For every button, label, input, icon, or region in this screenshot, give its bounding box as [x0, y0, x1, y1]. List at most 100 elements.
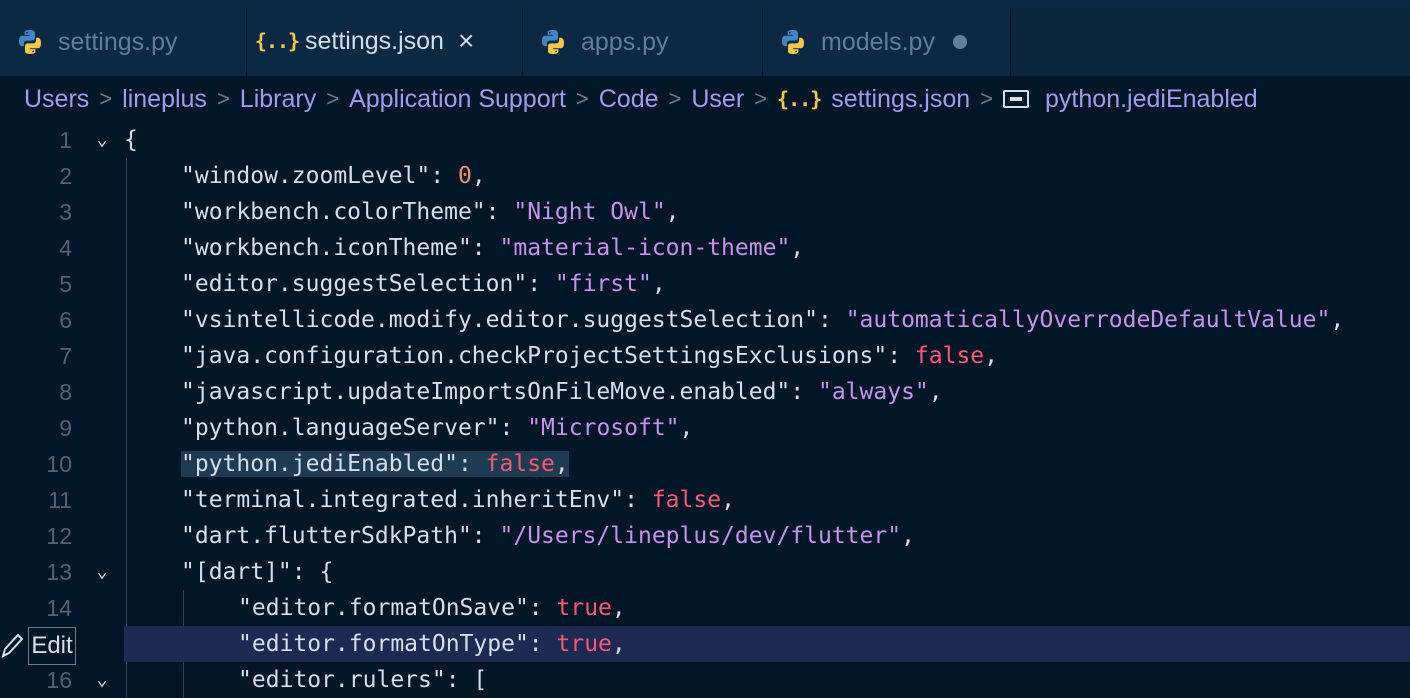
json-punct: :	[291, 559, 320, 585]
tab-bar: settings.py {..} settings.json × apps.py…	[0, 8, 1410, 76]
json-punct: :	[528, 631, 557, 657]
line-number: 2	[59, 163, 72, 189]
json-value: {	[319, 559, 334, 585]
code-line[interactable]: "javascript.updateImportsOnFileMove.enab…	[181, 374, 943, 410]
line-number: 8	[59, 379, 72, 405]
code-line[interactable]: "[dart]": {	[181, 554, 333, 590]
json-punct: ,	[554, 451, 569, 477]
json-value: false	[485, 451, 555, 477]
code-content: "python.languageServer": "Microsoft",	[181, 415, 693, 441]
code-line[interactable]: "terminal.integrated.inheritEnv": false,	[181, 482, 735, 518]
json-value: false	[651, 487, 722, 513]
line-number: 1	[59, 127, 72, 153]
breadcrumb: Users > lineplus > Library > Application…	[0, 76, 1410, 122]
code-content: "workbench.colorTheme": "Night Owl",	[181, 199, 680, 225]
code-line[interactable]: "java.configuration.checkProjectSettings…	[181, 338, 998, 374]
chevron-right-icon: >	[216, 86, 230, 111]
json-key: "java.configuration.checkProjectSettings…	[181, 343, 888, 369]
json-value: "material-icon-theme"	[499, 235, 791, 261]
unsaved-dot-icon[interactable]	[952, 35, 967, 49]
code-line[interactable]: "editor.suggestSelection": "first",	[181, 266, 666, 302]
edit-button[interactable]: Edit	[28, 627, 76, 665]
tab-label: settings.json	[305, 26, 444, 55]
tab-settings-json[interactable]: {..} settings.json ×	[247, 8, 523, 76]
line-number: 10	[46, 451, 72, 477]
code-line[interactable]: "editor.formatOnType": true,	[238, 626, 626, 662]
code-content: "editor.formatOnType": true,	[238, 631, 626, 657]
code-line[interactable]: "python.languageServer": "Microsoft",	[181, 410, 693, 446]
line-number: 3	[59, 199, 72, 225]
code-line[interactable]: "vsintellicode.modify.editor.suggestSele…	[181, 302, 1344, 338]
fold-chevron-icon[interactable]: ⌄	[90, 554, 114, 590]
tab-models-py[interactable]: models.py	[763, 8, 1011, 76]
json-punct: :	[445, 667, 474, 693]
breadcrumb-item-settings-json[interactable]: settings.json	[831, 85, 970, 114]
json-punct: :	[790, 379, 818, 405]
line-number: 11	[48, 487, 72, 513]
tab-label: settings.py	[58, 27, 178, 56]
python-icon	[16, 28, 44, 56]
json-key: "workbench.colorTheme"	[181, 199, 486, 225]
code-line[interactable]: "dart.flutterSdkPath": "/Users/lineplus/…	[181, 518, 915, 554]
breadcrumb-item-user[interactable]: User	[691, 85, 744, 114]
code-line[interactable]: "workbench.colorTheme": "Night Owl",	[181, 194, 680, 230]
json-punct: ,	[611, 631, 626, 657]
fold-chevron-icon[interactable]: ⌄	[90, 122, 114, 158]
edit-label: Edit	[31, 632, 73, 659]
json-key: "workbench.iconTheme"	[181, 235, 472, 261]
breadcrumb-item-library[interactable]: Library	[240, 85, 316, 114]
line-number: 4	[59, 235, 72, 261]
json-punct: ,	[721, 487, 735, 513]
chevron-right-icon: >	[668, 86, 682, 111]
breadcrumb-item-code[interactable]: Code	[599, 85, 659, 114]
breadcrumb-item-application-support[interactable]: Application Support	[349, 85, 566, 114]
window-top-border	[0, 0, 1410, 8]
code-content: "terminal.integrated.inheritEnv": false,	[181, 487, 735, 513]
json-key: "javascript.updateImportsOnFileMove.enab…	[181, 379, 791, 405]
code-line[interactable]: "window.zoomLevel": 0,	[181, 158, 486, 194]
chevron-right-icon: >	[980, 86, 994, 111]
tab-apps-py[interactable]: apps.py	[523, 8, 763, 76]
json-key: "terminal.integrated.inheritEnv"	[181, 487, 625, 513]
code-line[interactable]: "workbench.iconTheme": "material-icon-th…	[181, 230, 804, 266]
code-line[interactable]: "python.jediEnabled": false,	[181, 446, 569, 482]
json-value: [	[473, 667, 488, 693]
code-content: "editor.rulers": [	[238, 667, 487, 693]
json-punct: :	[430, 163, 458, 189]
close-icon[interactable]: ×	[458, 27, 474, 55]
code-editor[interactable]: 1 ⌄ {2 "window.zoomLevel": 0, 3 "workbench.co…	[0, 122, 1410, 698]
code-content: {	[124, 127, 138, 153]
tab-label: models.py	[821, 27, 935, 56]
json-value: true	[556, 631, 612, 657]
selection-highlight: "python.jediEnabled": false,	[181, 451, 569, 477]
python-icon	[539, 28, 567, 56]
code-content: "editor.formatOnSave": true,	[238, 595, 626, 621]
breadcrumb-item-python-jedienabled[interactable]: python.jediEnabled	[1045, 85, 1258, 114]
code-line[interactable]: "editor.rulers": [	[238, 662, 487, 698]
json-value: 0	[457, 163, 472, 189]
json-icon: {..}	[777, 87, 822, 111]
indent-guide	[126, 158, 127, 698]
json-value: "/Users/lineplus/dev/flutter"	[499, 523, 902, 549]
json-punct: ,	[665, 199, 680, 225]
json-punct: :	[624, 487, 652, 513]
tab-settings-py[interactable]: settings.py	[0, 8, 247, 76]
fold-chevron-icon[interactable]: ⌄	[90, 662, 114, 698]
tab-label: apps.py	[581, 27, 669, 56]
code-line[interactable]: {	[124, 122, 138, 158]
json-punct: :	[528, 595, 557, 621]
json-value: true	[556, 595, 612, 621]
breadcrumb-item-users[interactable]: Users	[24, 85, 89, 114]
code-content: "editor.suggestSelection": "first",	[181, 271, 666, 297]
line-number: 13	[46, 559, 72, 585]
json-key: "editor.rulers"	[238, 667, 446, 693]
property-icon	[1003, 90, 1030, 108]
json-punct: ,	[1330, 307, 1345, 333]
json-punct: :	[527, 271, 555, 297]
breadcrumb-item-lineplus[interactable]: lineplus	[122, 85, 207, 114]
chevron-right-icon: >	[326, 86, 340, 111]
code-line[interactable]: "editor.formatOnSave": true,	[238, 590, 626, 626]
code-content: "javascript.updateImportsOnFileMove.enab…	[181, 379, 943, 405]
json-key: "editor.suggestSelection"	[181, 271, 528, 297]
code-content: "window.zoomLevel": 0,	[181, 163, 486, 189]
